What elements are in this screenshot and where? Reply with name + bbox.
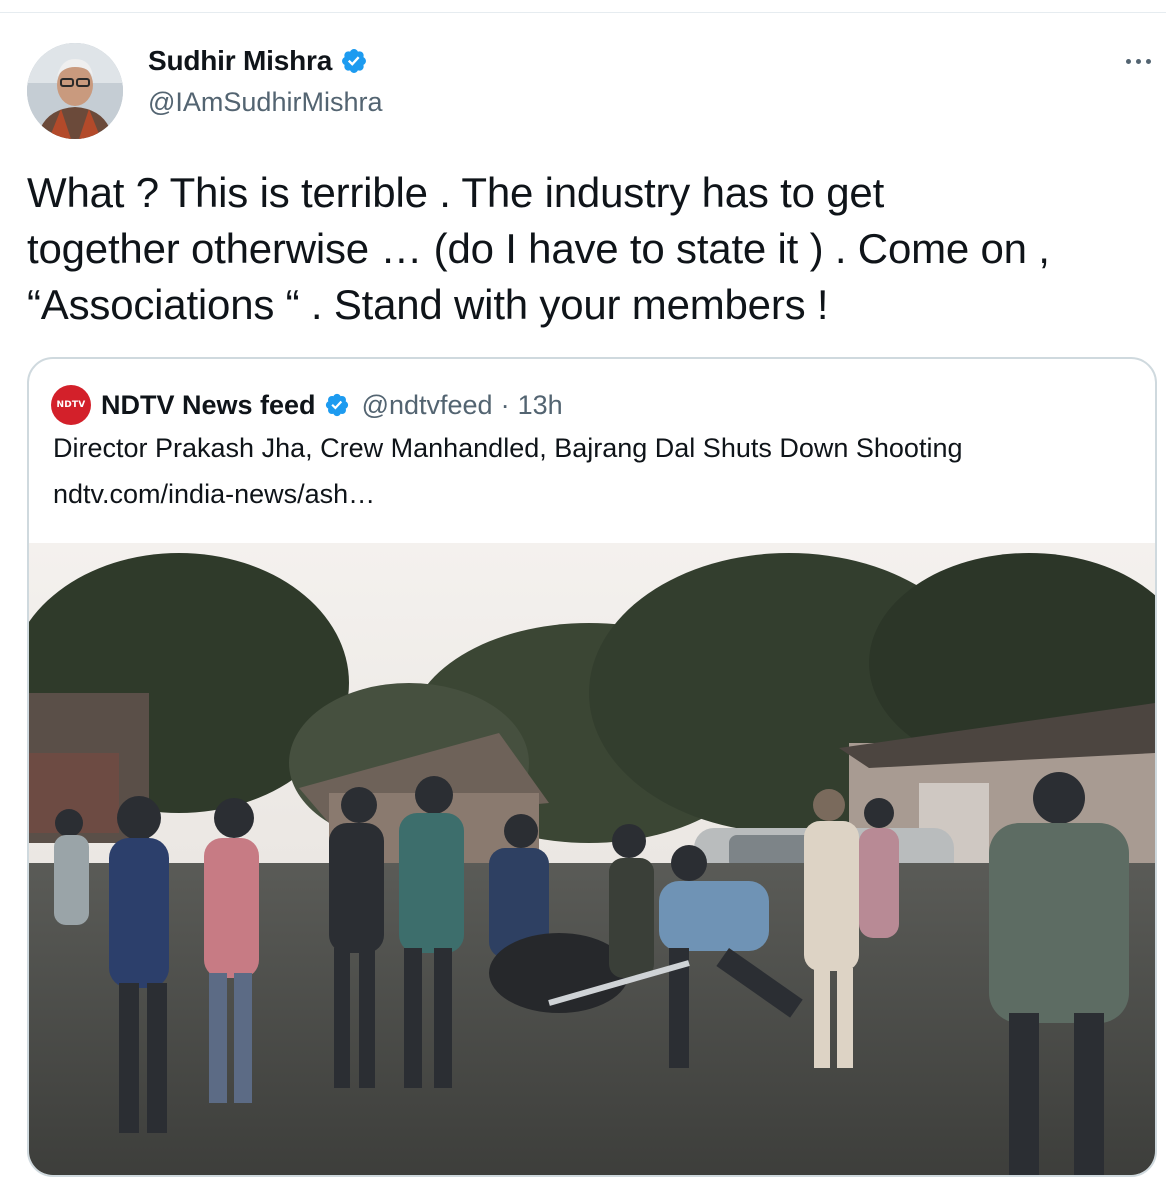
tweet-text-line: “Associations “ . Stand with your member… [27,281,829,328]
author-avatar[interactable] [27,43,123,139]
quoted-tweet[interactable]: NDTV NDTV News feed @ndtvfeed · 13h Dire… [27,357,1157,1177]
quoted-text: Director Prakash Jha, Crew Manhandled, B… [53,433,963,463]
quoted-header: NDTV NDTV News feed @ndtvfeed · 13h [51,385,563,425]
quoted-timestamp[interactable]: 13h [518,390,563,421]
tweet-text-line: What ? This is terrible . The industry h… [27,169,885,216]
tweet-card[interactable]: Sudhir Mishra @IAmSudhirMishra What ? Th… [0,13,1166,1202]
tweet-text-line: together otherwise … (do I have to state… [27,225,1050,272]
news-photo [29,543,1155,1175]
verified-badge-icon [342,49,367,73]
verified-badge-icon [325,393,348,417]
author-handle[interactable]: @IAmSudhirMishra [148,87,382,118]
author-name-row[interactable]: Sudhir Mishra [148,45,368,77]
ndtv-logo-icon: NDTV [51,385,91,425]
avatar-photo [27,43,123,139]
quoted-link[interactable]: ndtv.com/india-news/ash… [53,479,375,510]
tweet-text: What ? This is terrible . The industry h… [27,165,1157,333]
more-dot [1135,58,1141,64]
author-display-name[interactable]: Sudhir Mishra [148,45,332,77]
quoted-media-image[interactable] [29,543,1155,1175]
quoted-display-name[interactable]: NDTV News feed [101,390,316,421]
more-options-icon[interactable] [1120,49,1156,73]
quoted-handle[interactable]: @ndtvfeed [362,390,493,421]
more-dot [1125,58,1131,64]
top-divider [0,0,1166,13]
quoted-separator: · [500,389,510,420]
more-dot [1145,58,1151,64]
